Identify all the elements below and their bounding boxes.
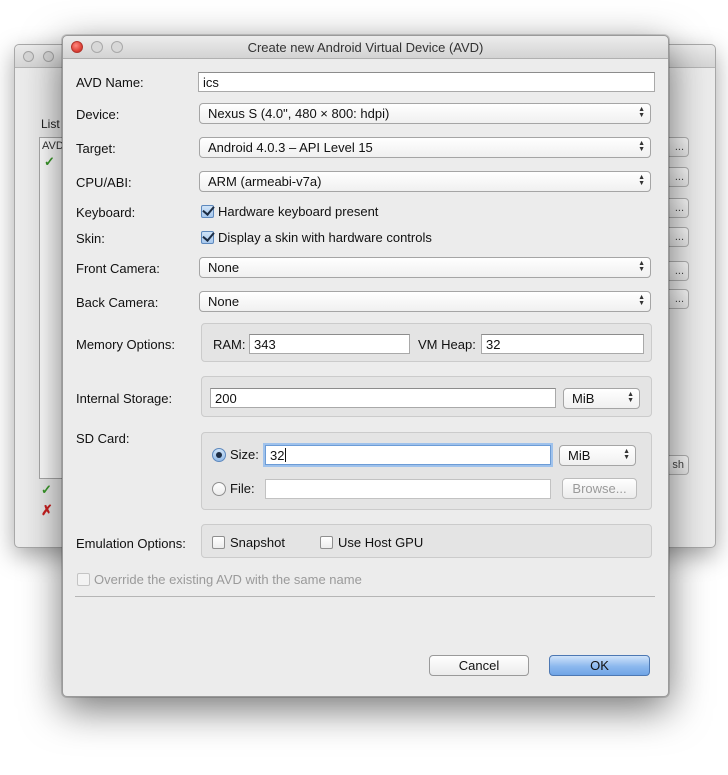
emulation-options-label: Emulation Options: [76, 536, 186, 551]
select-arrows-icon: ▲ ▼ [638, 294, 645, 307]
target-select[interactable]: Android 4.0.3 – API Level 15 ▲ ▼ [199, 137, 651, 158]
sd-card-group: Size: 32 MiB ▲ ▼ File: Browse... [201, 432, 652, 510]
dialog-titlebar: Create new Android Virtual Device (AVD) [63, 36, 668, 59]
target-select-value: Android 4.0.3 – API Level 15 [208, 140, 373, 155]
skin-checkbox[interactable] [201, 231, 214, 244]
sd-file-radio[interactable] [212, 482, 226, 496]
sd-size-unit-value: MiB [568, 448, 591, 463]
avd-name-label: AVD Name: [76, 75, 144, 90]
sd-size-label[interactable]: Size: [230, 447, 259, 462]
keyboard-label: Keyboard: [76, 205, 136, 220]
browse-button[interactable]: Browse... [562, 478, 637, 499]
vm-heap-label: VM Heap: [418, 337, 476, 352]
internal-storage-group: 200 MiB ▲ ▼ [201, 376, 652, 417]
snapshot-checkbox-label[interactable]: Snapshot [230, 535, 285, 550]
device-select[interactable]: Nexus S (4.0", 480 × 800: hdpi) ▲ ▼ [199, 103, 651, 124]
sd-size-input[interactable]: 32 [265, 445, 551, 465]
ok-button[interactable]: OK [549, 655, 650, 676]
avd-list-header: AVD [42, 140, 64, 152]
device-label: Device: [76, 107, 120, 122]
create-avd-dialog: Create new Android Virtual Device (AVD) … [62, 35, 669, 697]
use-host-gpu-checkbox[interactable] [320, 536, 333, 549]
override-checkbox[interactable] [77, 573, 90, 586]
skin-label: Skin: [76, 231, 105, 246]
skin-checkbox-label[interactable]: Display a skin with hardware controls [218, 230, 432, 245]
back-camera-select-value: None [208, 294, 240, 309]
select-arrows-icon: ▲ ▼ [627, 391, 634, 404]
dialog-title: Create new Android Virtual Device (AVD) [247, 40, 484, 55]
bg-minimize-button[interactable] [43, 51, 54, 62]
ram-label: RAM: [213, 337, 246, 352]
internal-storage-unit-select[interactable]: MiB ▲ ▼ [563, 388, 640, 409]
snapshot-checkbox[interactable] [212, 536, 225, 549]
cpu-abi-select[interactable]: ARM (armeabi-v7a) ▲ ▼ [199, 171, 651, 192]
bg-close-button[interactable] [23, 51, 34, 62]
avd-name-input[interactable]: ics [198, 72, 655, 92]
keyboard-checkbox[interactable] [201, 205, 214, 218]
sd-size-value: 32 [270, 448, 285, 463]
select-arrows-icon: ▲ ▼ [638, 106, 645, 119]
ram-input[interactable]: 343 [249, 334, 410, 354]
select-arrows-icon: ▲ ▼ [638, 260, 645, 273]
legend-valid-check-icon: ✓ [41, 482, 52, 497]
cancel-button[interactable]: Cancel [429, 655, 529, 676]
front-camera-select-value: None [208, 260, 240, 275]
valid-check-icon: ✓ [44, 154, 55, 169]
sd-file-label[interactable]: File: [230, 481, 255, 496]
sd-size-unit-select[interactable]: MiB ▲ ▼ [559, 445, 636, 466]
select-arrows-icon: ▲ ▼ [623, 448, 630, 461]
front-camera-label: Front Camera: [76, 261, 160, 276]
use-host-gpu-checkbox-label[interactable]: Use Host GPU [338, 535, 423, 550]
keyboard-checkbox-label[interactable]: Hardware keyboard present [218, 204, 378, 219]
front-camera-select[interactable]: None ▲ ▼ [199, 257, 651, 278]
internal-storage-unit-value: MiB [572, 391, 595, 406]
dialog-separator [75, 596, 655, 597]
text-caret [285, 448, 287, 462]
sd-file-input[interactable] [265, 479, 551, 499]
select-arrows-icon: ▲ ▼ [638, 140, 645, 153]
back-camera-label: Back Camera: [76, 295, 159, 310]
override-checkbox-label[interactable]: Override the existing AVD with the same … [94, 572, 362, 587]
internal-storage-label: Internal Storage: [76, 391, 173, 406]
memory-options-label: Memory Options: [76, 337, 175, 352]
cpu-abi-label: CPU/ABI: [76, 175, 132, 190]
vm-heap-input[interactable]: 32 [481, 334, 644, 354]
internal-storage-input[interactable]: 200 [210, 388, 556, 408]
emulation-options-group: Snapshot Use Host GPU [201, 524, 652, 558]
sd-size-radio[interactable] [212, 448, 226, 462]
back-camera-select[interactable]: None ▲ ▼ [199, 291, 651, 312]
target-label: Target: [76, 141, 116, 156]
legend-invalid-x-icon: ✗ [41, 502, 53, 518]
select-arrows-icon: ▲ ▼ [638, 174, 645, 187]
cpu-abi-select-value: ARM (armeabi-v7a) [208, 174, 322, 189]
device-select-value: Nexus S (4.0", 480 × 800: hdpi) [208, 106, 390, 121]
sd-card-label: SD Card: [76, 431, 130, 446]
avd-list-label: List [41, 117, 60, 131]
memory-options-group: RAM: 343 VM Heap: 32 [201, 323, 652, 362]
